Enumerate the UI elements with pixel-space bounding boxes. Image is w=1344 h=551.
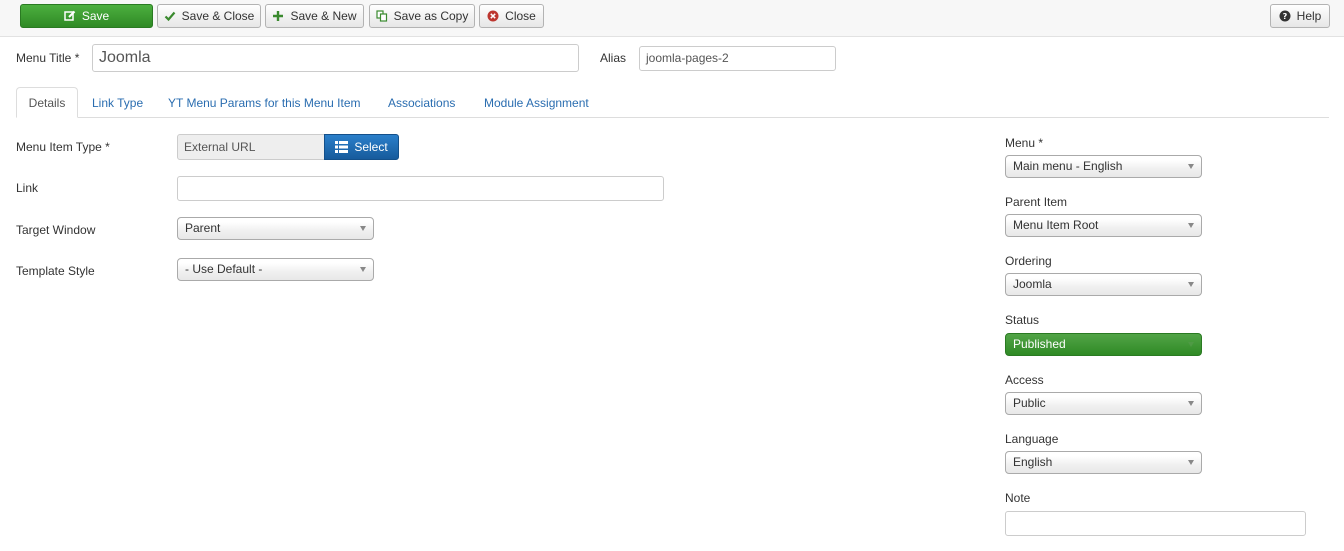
copy-icon — [376, 10, 388, 22]
svg-text:?: ? — [1282, 12, 1287, 21]
list-icon — [335, 141, 349, 153]
plus-icon — [272, 10, 284, 22]
tab-yt-menu-params[interactable]: YT Menu Params for this Menu Item — [157, 87, 372, 118]
note-input[interactable] — [1005, 511, 1306, 536]
language-label: Language — [1005, 432, 1059, 446]
toolbar: Save Save & Close Save & New Save as Cop… — [0, 0, 1344, 37]
tab-details[interactable]: Details — [16, 87, 78, 118]
access-value: Public — [1013, 396, 1046, 410]
tab-associations[interactable]: Associations — [377, 87, 466, 118]
check-icon — [164, 10, 176, 22]
save-new-label: Save & New — [290, 9, 357, 23]
save-new-button[interactable]: Save & New — [265, 4, 364, 28]
chevron-down-icon — [1188, 460, 1194, 465]
ordering-select[interactable]: Joomla — [1005, 273, 1202, 296]
save-button[interactable]: Save — [20, 4, 153, 28]
menu-value: Main menu - English — [1013, 159, 1123, 173]
target-window-value: Parent — [185, 221, 221, 235]
status-select[interactable]: Published — [1005, 333, 1202, 356]
target-window-select[interactable]: Parent — [177, 217, 374, 240]
chevron-down-icon — [1188, 342, 1194, 347]
help-label: Help — [1296, 9, 1322, 23]
menu-item-type-field: External URL — [177, 134, 325, 160]
menu-item-type-label: Menu Item Type * — [16, 140, 110, 154]
parent-item-label: Parent Item — [1005, 195, 1068, 209]
access-select[interactable]: Public — [1005, 392, 1202, 415]
chevron-down-icon — [360, 267, 366, 272]
note-label: Note — [1005, 491, 1031, 505]
save-copy-button[interactable]: Save as Copy — [369, 4, 475, 28]
status-value: Published — [1013, 337, 1066, 351]
template-style-value: - Use Default - — [185, 262, 263, 276]
link-input[interactable] — [177, 176, 664, 201]
access-label: Access — [1005, 373, 1044, 387]
chevron-down-icon — [1188, 282, 1194, 287]
target-window-label: Target Window — [16, 223, 96, 237]
menu-title-label: Menu Title * — [16, 51, 80, 65]
chevron-down-icon — [1188, 401, 1194, 406]
close-label: Close — [505, 9, 536, 23]
menu-select[interactable]: Main menu - English — [1005, 155, 1202, 178]
template-style-select[interactable]: - Use Default - — [177, 258, 374, 281]
language-value: English — [1013, 455, 1053, 469]
parent-item-select[interactable]: Menu Item Root — [1005, 214, 1202, 237]
template-style-label: Template Style — [16, 264, 95, 278]
parent-item-value: Menu Item Root — [1013, 218, 1099, 232]
help-button[interactable]: ? Help — [1270, 4, 1330, 28]
select-type-button[interactable]: Select — [324, 134, 399, 160]
tab-module-assignment[interactable]: Module Assignment — [473, 87, 600, 118]
chevron-down-icon — [360, 226, 366, 231]
select-type-label: Select — [354, 140, 388, 154]
edit-icon — [64, 10, 76, 22]
chevron-down-icon — [1188, 164, 1194, 169]
menu-title-input[interactable]: Joomla — [92, 44, 579, 72]
ordering-label: Ordering — [1005, 254, 1052, 268]
tab-link-type[interactable]: Link Type — [81, 87, 154, 118]
question-circle-icon: ? — [1279, 10, 1291, 22]
save-label: Save — [81, 9, 110, 23]
save-copy-label: Save as Copy — [393, 9, 469, 23]
ordering-value: Joomla — [1013, 277, 1052, 291]
close-button[interactable]: Close — [479, 4, 544, 28]
link-label: Link — [16, 181, 39, 195]
language-select[interactable]: English — [1005, 451, 1202, 474]
alias-label: Alias — [600, 51, 627, 65]
save-close-button[interactable]: Save & Close — [157, 4, 261, 28]
chevron-down-icon — [1188, 223, 1194, 228]
close-circle-icon — [487, 10, 499, 22]
alias-input[interactable]: joomla-pages-2 — [639, 46, 836, 71]
status-label: Status — [1005, 313, 1040, 327]
save-close-label: Save & Close — [181, 9, 255, 23]
menu-label: Menu * — [1005, 136, 1044, 150]
